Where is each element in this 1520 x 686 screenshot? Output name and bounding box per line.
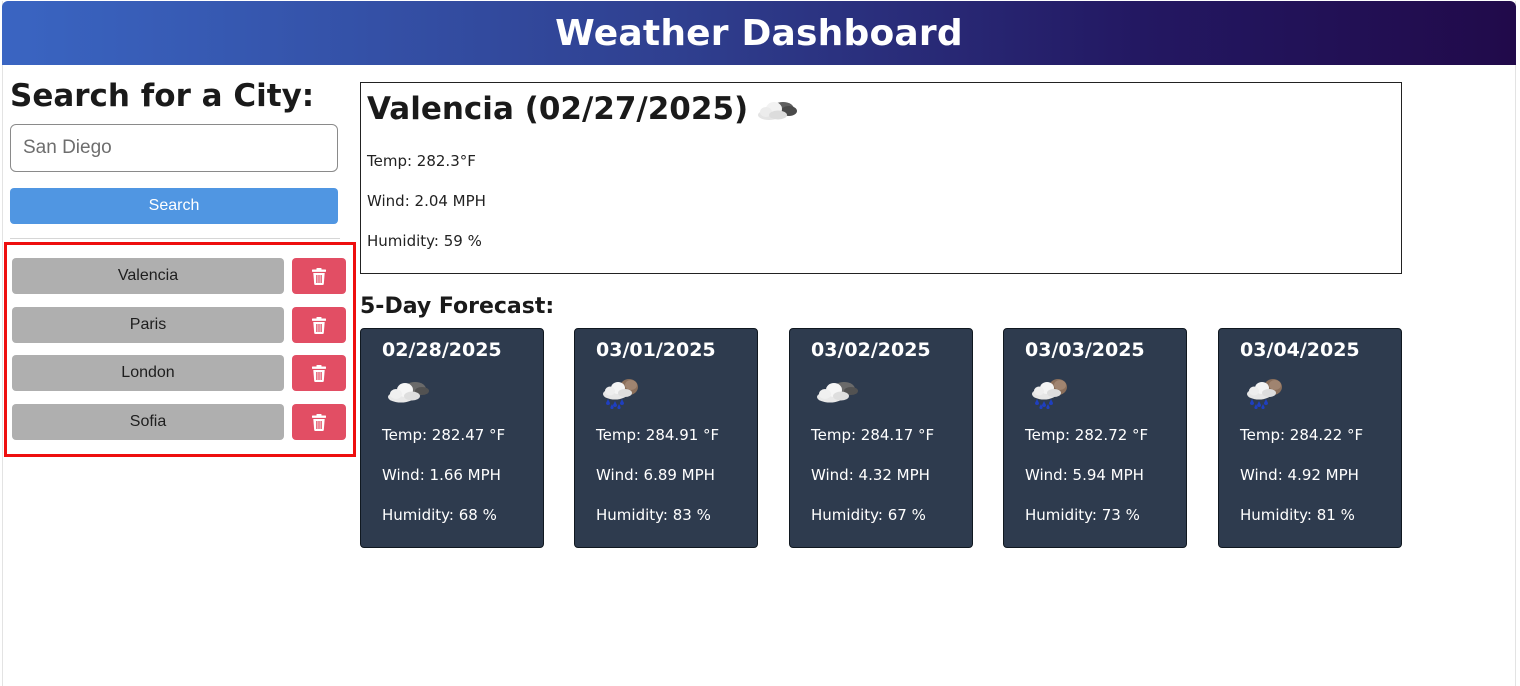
forecast-humidity: Humidity: 68 % xyxy=(382,506,497,524)
forecast-wind: Wind: 1.66 MPH xyxy=(382,466,501,484)
search-title: Search for a City: xyxy=(10,78,315,114)
history-item: London xyxy=(12,355,346,393)
city-search-input[interactable] xyxy=(10,124,338,172)
cloudy-icon xyxy=(817,382,858,403)
page-title: Weather Dashboard xyxy=(555,12,963,54)
forecast-date: 02/28/2025 xyxy=(382,339,502,361)
trash-icon xyxy=(312,267,326,285)
partly-cloudy-icon xyxy=(758,102,798,120)
forecast-humidity: Humidity: 73 % xyxy=(1025,506,1140,524)
forecast-humidity: Humidity: 83 % xyxy=(596,506,711,524)
history-item: Valencia xyxy=(12,258,346,296)
forecast-card: 03/03/2025 Temp: 282.72 °F Wind: 5.94 MP… xyxy=(1003,328,1187,548)
app-header: Weather Dashboard xyxy=(2,1,1516,65)
current-city-date: Valencia (02/27/2025) xyxy=(367,91,749,127)
trash-icon xyxy=(312,413,326,431)
current-humidity: Humidity: 59 % xyxy=(367,232,482,250)
forecast-date: 03/01/2025 xyxy=(596,339,716,361)
divider xyxy=(10,238,340,239)
forecast-temp: Temp: 284.17 °F xyxy=(811,426,935,444)
forecast-humidity: Humidity: 81 % xyxy=(1240,506,1355,524)
cloudy-icon xyxy=(388,382,429,403)
current-weather-heading: Valencia (02/27/2025) xyxy=(367,91,798,127)
rain-icon xyxy=(603,379,638,409)
forecast-temp: Temp: 282.47 °F xyxy=(382,426,506,444)
history-city-button[interactable]: Paris xyxy=(12,307,284,343)
forecast-title: 5-Day Forecast: xyxy=(360,294,555,319)
rain-icon xyxy=(1247,379,1282,409)
forecast-wind: Wind: 6.89 MPH xyxy=(596,466,715,484)
trash-icon xyxy=(312,364,326,382)
trash-icon xyxy=(312,316,326,334)
forecast-temp: Temp: 284.22 °F xyxy=(1240,426,1364,444)
search-history: Valencia Paris London Sofia xyxy=(4,242,356,457)
search-button[interactable]: Search xyxy=(10,188,338,224)
forecast-date: 03/03/2025 xyxy=(1025,339,1145,361)
delete-history-button[interactable] xyxy=(292,404,346,440)
forecast-card: 02/28/2025 Temp: 282.47 °F Wind: 1.66 MP… xyxy=(360,328,544,548)
forecast-wind: Wind: 5.94 MPH xyxy=(1025,466,1144,484)
current-weather-card: Valencia (02/27/2025) Temp: 282.3°F Wind… xyxy=(360,82,1402,274)
history-city-button[interactable]: Sofia xyxy=(12,404,284,440)
forecast-temp: Temp: 282.72 °F xyxy=(1025,426,1149,444)
forecast-card: 03/04/2025 Temp: 284.22 °F Wind: 4.92 MP… xyxy=(1218,328,1402,548)
forecast-date: 03/04/2025 xyxy=(1240,339,1360,361)
forecast-wind: Wind: 4.32 MPH xyxy=(811,466,930,484)
history-item: Sofia xyxy=(12,404,346,442)
history-city-button[interactable]: Valencia xyxy=(12,258,284,294)
current-wind: Wind: 2.04 MPH xyxy=(367,192,486,210)
forecast-card: 03/01/2025 Temp: 284.91 °F Wind: 6.89 MP… xyxy=(574,328,758,548)
delete-history-button[interactable] xyxy=(292,258,346,294)
history-city-button[interactable]: London xyxy=(12,355,284,391)
forecast-date: 03/02/2025 xyxy=(811,339,931,361)
current-temp: Temp: 282.3°F xyxy=(367,152,476,170)
forecast-card: 03/02/2025 Temp: 284.17 °F Wind: 4.32 MP… xyxy=(789,328,973,548)
history-item: Paris xyxy=(12,307,346,345)
rain-icon xyxy=(1032,379,1067,409)
forecast-humidity: Humidity: 67 % xyxy=(811,506,926,524)
delete-history-button[interactable] xyxy=(292,355,346,391)
delete-history-button[interactable] xyxy=(292,307,346,343)
forecast-temp: Temp: 284.91 °F xyxy=(596,426,720,444)
forecast-wind: Wind: 4.92 MPH xyxy=(1240,466,1359,484)
